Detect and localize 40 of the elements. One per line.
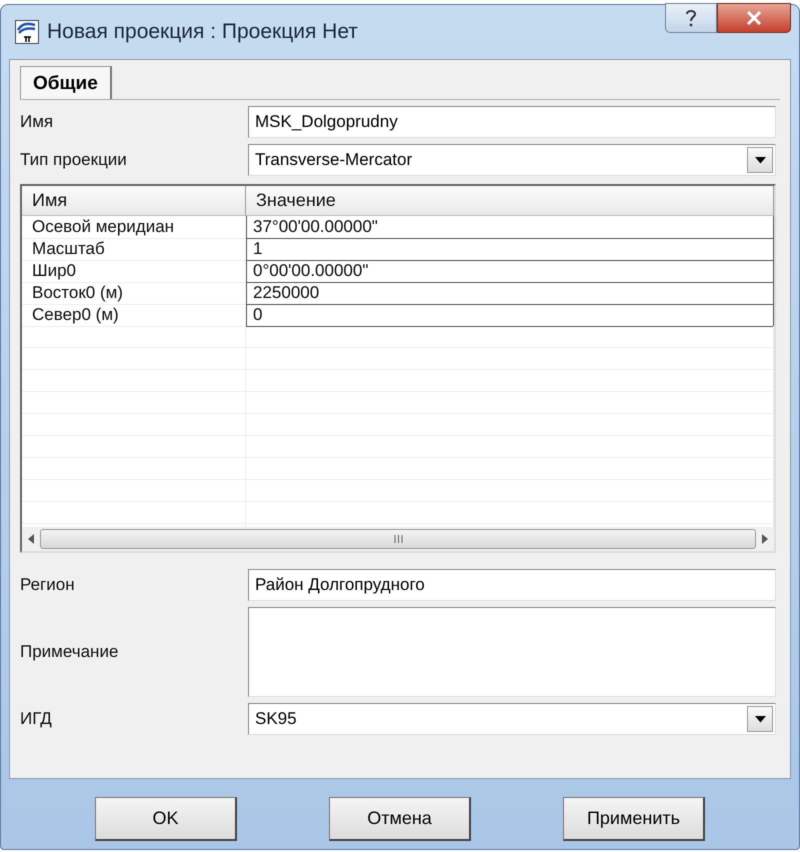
table-cell[interactable]: 37°00'00.00000" <box>246 216 774 239</box>
dropdown-button[interactable] <box>747 706 773 732</box>
help-button[interactable] <box>665 3 717 33</box>
caret-icon <box>754 156 766 164</box>
column-header[interactable]: Значение <box>246 186 774 216</box>
field-label: ИГД <box>20 709 53 729</box>
dropdown-button[interactable] <box>747 147 773 173</box>
tab[interactable]: Общие <box>20 66 112 99</box>
table-cell[interactable]: 0 <box>246 304 774 327</box>
dialog-button[interactable]: Применить <box>563 797 705 841</box>
projection-type-dropdown[interactable]: Transverse-Mercator <box>248 144 776 176</box>
table-cell[interactable]: 1 <box>246 238 774 261</box>
table-cell: Осевой меридиан <box>22 216 246 239</box>
help-icon <box>685 9 697 27</box>
caret-icon <box>754 716 766 722</box>
close-icon <box>746 11 762 25</box>
field-label: Примечание <box>20 642 120 662</box>
field-label: Регион <box>20 575 76 595</box>
close-button[interactable] <box>717 3 791 33</box>
horizontal-scrollbar[interactable] <box>22 527 774 551</box>
region-field[interactable]: Район Долгопрудного <box>248 569 776 601</box>
left-arrow-icon[interactable] <box>28 534 34 544</box>
app-icon <box>15 20 39 44</box>
table-cell: Восток0 (м) <box>22 282 246 305</box>
window-title: Новая проекция : Проекция Нет <box>47 20 359 44</box>
field-label: Имя <box>20 112 54 132</box>
note-field[interactable] <box>248 607 776 697</box>
table-cell[interactable]: 0°00'00.00000" <box>246 260 774 283</box>
dialog-button[interactable]: Отмена <box>329 797 471 841</box>
table-cell[interactable]: 2250000 <box>246 282 774 305</box>
table-cell: Шир0 <box>22 260 246 283</box>
table-cell: Масштаб <box>22 238 246 261</box>
table-cell: Север0 (м) <box>22 304 246 327</box>
right-arrow-icon[interactable] <box>762 534 768 544</box>
field-label: Тип проекции <box>20 150 128 170</box>
igd-dropdown[interactable]: SK95 <box>248 703 776 735</box>
column-header[interactable]: Имя <box>22 186 246 216</box>
name-field[interactable]: MSK_Dolgoprudny <box>248 106 776 138</box>
dialog-button[interactable]: OK <box>95 797 237 841</box>
grip-icon <box>394 535 402 543</box>
